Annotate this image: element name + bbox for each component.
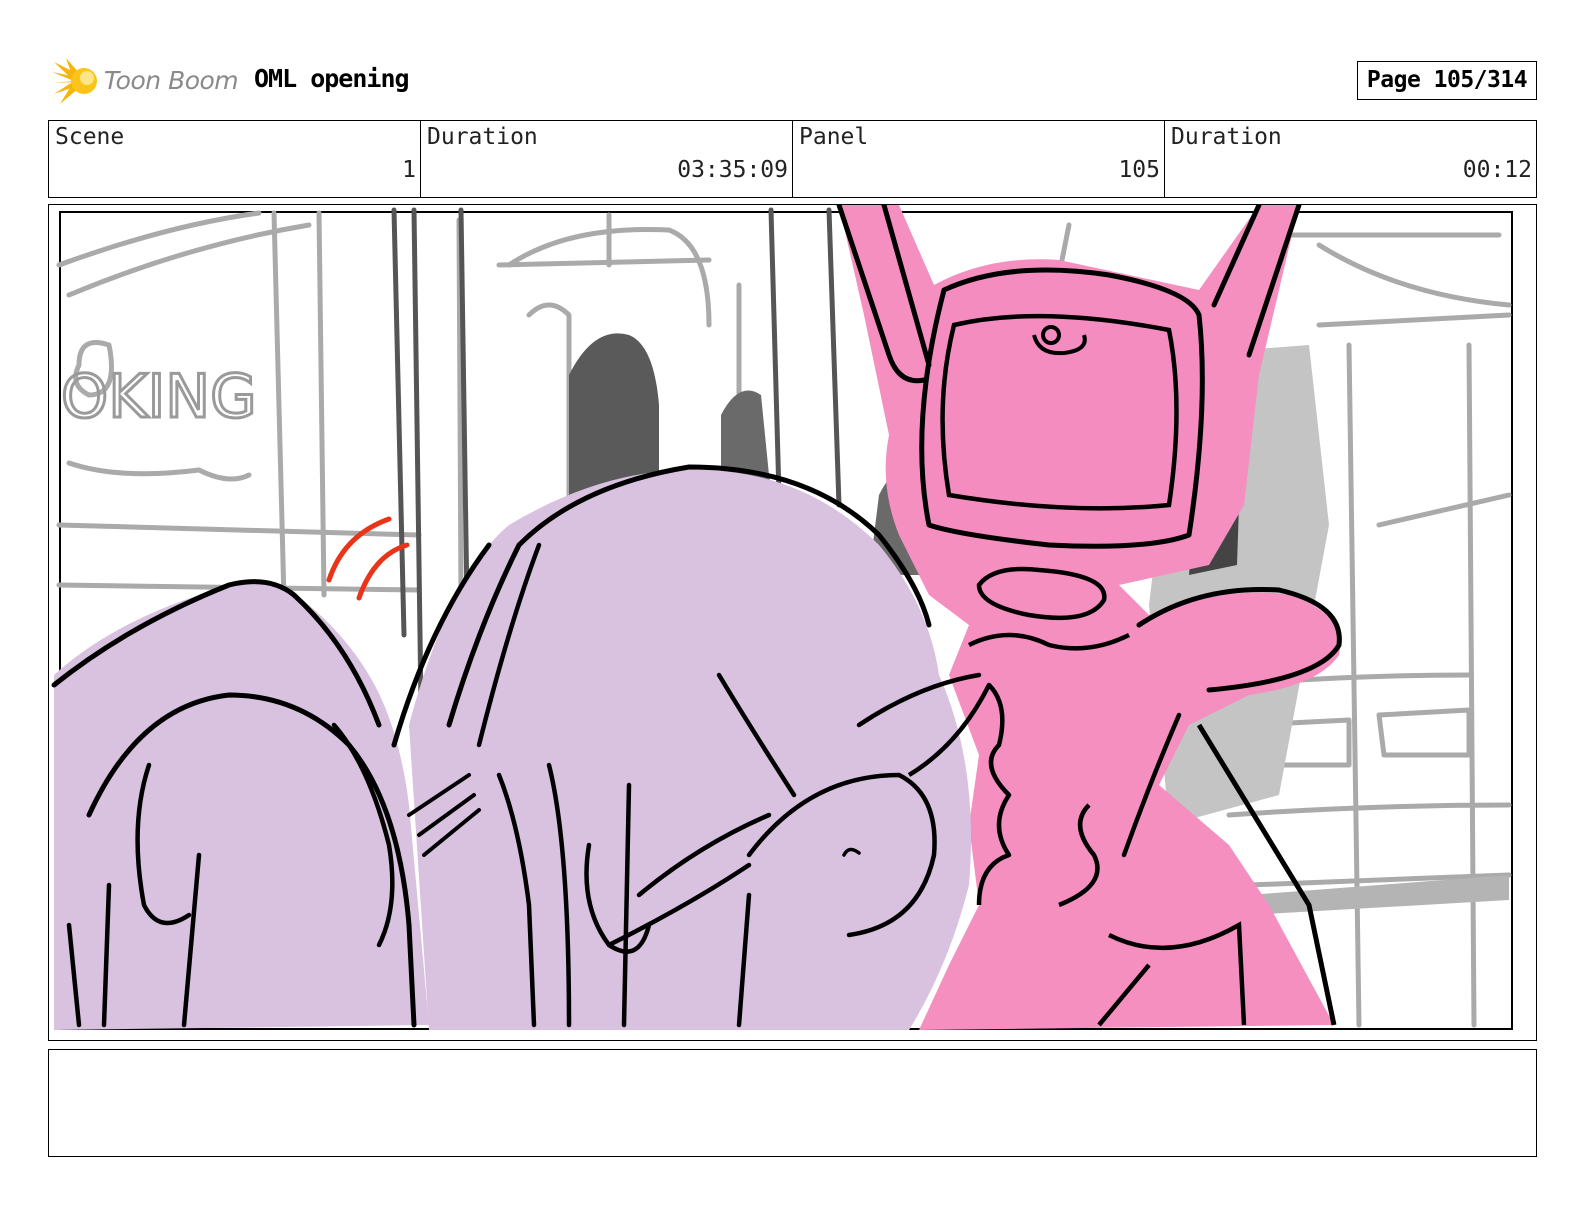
panel-label: Panel [799,124,869,150]
svg-text:OKING: OKING [61,362,257,432]
scene-duration-value: 03:35:09 [677,157,788,183]
toon-boom-logo: Toon Boom [52,56,242,106]
panel-value: 105 [1118,157,1160,183]
scene-label: Scene [55,124,125,150]
page-indicator: Page 105/314 [1357,61,1537,100]
panel-cell: Panel 105 [793,121,1165,197]
panel-duration-value: 00:12 [1462,157,1532,183]
scene-duration-cell: Duration 03:35:09 [421,121,793,197]
panel-info-bar: Scene 1 Duration 03:35:09 Panel 105 Dura… [48,120,1537,198]
panel-duration-cell: Duration 00:12 [1165,121,1536,197]
background-sign-text: OKING [60,361,259,434]
panel-notes-box [48,1049,1537,1157]
logo-text: Toon Boom [104,66,239,95]
sun-burst-icon [52,58,97,104]
storyboard-panel: OKING [48,204,1537,1041]
project-title: OML opening [254,64,410,93]
scene-duration-label: Duration [427,124,538,150]
purple-character-left [51,579,429,1030]
panel-sketch: OKING [51,205,1513,1031]
scene-cell: Scene 1 [49,121,421,197]
panel-duration-label: Duration [1171,124,1282,150]
scene-value: 1 [402,157,416,183]
